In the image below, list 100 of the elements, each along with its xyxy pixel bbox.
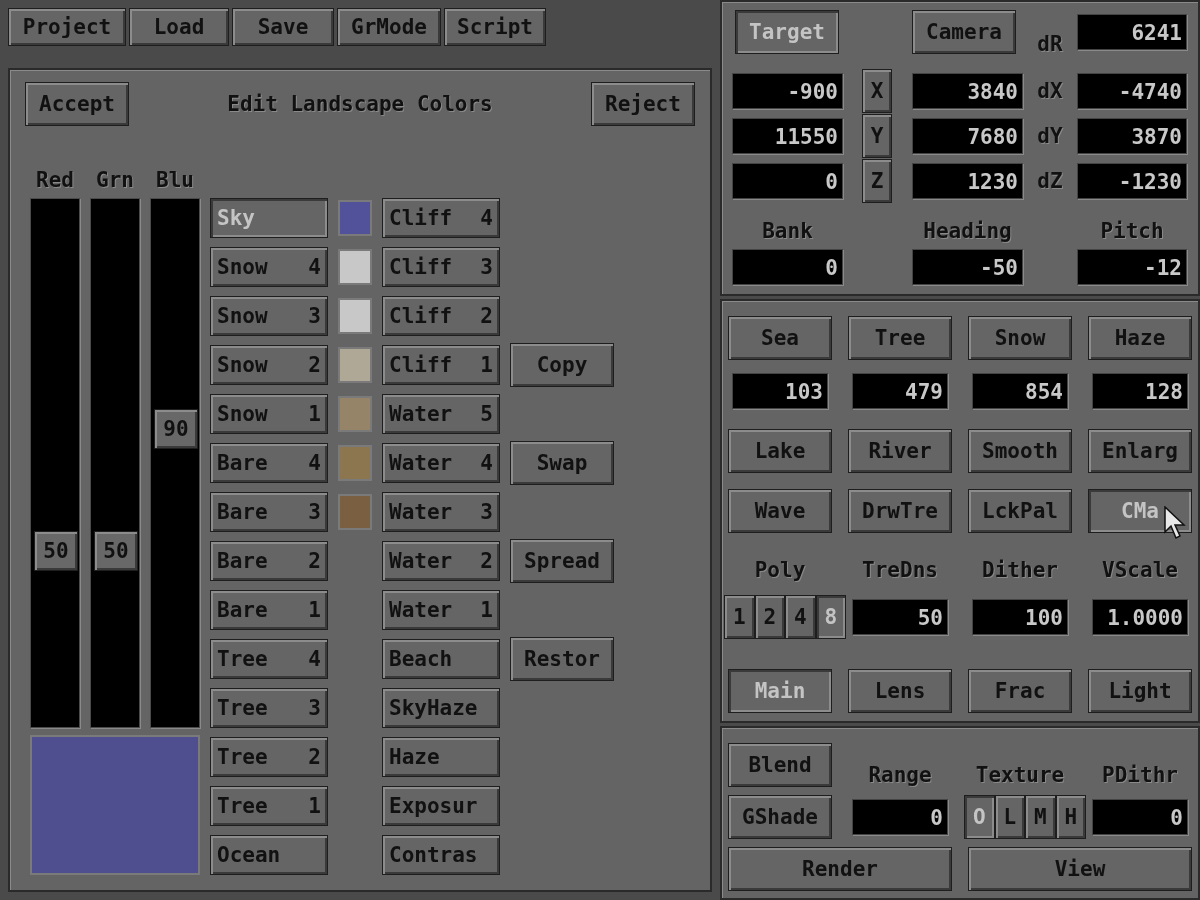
texture-option-button[interactable]: H — [1055, 795, 1086, 839]
gshade-button[interactable]: GShade — [728, 795, 832, 839]
angle-field[interactable]: -12 — [1077, 249, 1187, 285]
camera-coordinate-field[interactable]: 3840 — [912, 72, 1023, 109]
menu-button[interactable]: GrMode — [337, 8, 441, 46]
action-button[interactable]: Spread — [510, 539, 614, 583]
distance-field[interactable]: 6241 — [1077, 14, 1187, 50]
delta-field[interactable]: -1230 — [1077, 162, 1187, 199]
target-coordinate-field[interactable]: 0 — [732, 162, 843, 199]
level-field[interactable]: 128 — [1092, 373, 1188, 409]
angle-field[interactable]: 0 — [732, 249, 843, 285]
tool-button[interactable]: CMa — [1088, 489, 1192, 533]
menu-button[interactable]: Load — [129, 8, 229, 46]
setting-field[interactable]: 50 — [852, 599, 948, 635]
render-button[interactable]: Render — [728, 847, 952, 891]
color-entry-button[interactable]: Cliff 4 — [382, 198, 500, 238]
texture-option-button[interactable]: O — [964, 795, 995, 839]
tool-button[interactable]: Enlarg — [1088, 429, 1192, 473]
texture-option-button[interactable]: L — [994, 795, 1025, 839]
color-entry-button[interactable]: Snow 3 — [210, 296, 328, 336]
menu-button[interactable]: Save — [232, 8, 334, 46]
color-entry-button[interactable]: Ocean — [210, 835, 328, 875]
target-coordinate-field[interactable]: -900 — [732, 72, 843, 109]
camera-coordinate-field[interactable]: 1230 — [912, 162, 1023, 199]
color-entry-button[interactable]: Contras — [382, 835, 500, 875]
menu-button[interactable]: Project — [8, 8, 126, 46]
setting-field[interactable]: 1.0000 — [1092, 599, 1188, 635]
target-button[interactable]: Target — [735, 10, 839, 54]
action-button[interactable]: Swap — [510, 441, 614, 485]
range-field[interactable]: 0 — [852, 799, 948, 835]
mode-tab[interactable]: Lens — [848, 669, 952, 713]
poly-option-button[interactable]: 1 — [724, 595, 755, 639]
color-entry-button[interactable]: Tree 3 — [210, 688, 328, 728]
mode-tab[interactable]: Frac — [968, 669, 1072, 713]
color-entry-button[interactable]: Tree 1 — [210, 786, 328, 826]
color-entry-button[interactable]: SkyHaze — [382, 688, 500, 728]
color-entry-button[interactable]: Bare 3 — [210, 492, 328, 532]
color-entry-button[interactable]: Tree 4 — [210, 639, 328, 679]
slider-thumb[interactable]: 50 — [94, 530, 138, 571]
target-coordinate-field[interactable]: 11550 — [732, 117, 843, 154]
color-entry-button[interactable]: Beach — [382, 639, 500, 679]
reject-button[interactable]: Reject — [591, 82, 695, 126]
level-button[interactable]: Haze — [1088, 316, 1192, 360]
poly-option-button[interactable]: 4 — [785, 595, 816, 639]
color-entry-button[interactable]: Sky — [210, 198, 328, 238]
poly-option-button[interactable]: 2 — [754, 595, 785, 639]
tool-button[interactable]: River — [848, 429, 952, 473]
level-button[interactable]: Sea — [728, 316, 832, 360]
color-entry-button[interactable]: Snow 2 — [210, 345, 328, 385]
axis-button[interactable]: Z — [862, 158, 892, 203]
field-label: dX — [1036, 78, 1064, 103]
tool-button[interactable]: Lake — [728, 429, 832, 473]
color-entry-button[interactable]: Water 1 — [382, 590, 500, 630]
level-button[interactable]: Tree — [848, 316, 952, 360]
setting-field[interactable]: 100 — [972, 599, 1068, 635]
color-entry-button[interactable]: Water 2 — [382, 541, 500, 581]
slider-thumb[interactable]: 50 — [34, 530, 78, 571]
level-field[interactable]: 854 — [972, 373, 1068, 409]
mode-tab[interactable]: Light — [1088, 669, 1192, 713]
blend-button[interactable]: Blend — [728, 743, 832, 787]
color-entry-button[interactable]: Snow 4 — [210, 247, 328, 287]
pdither-field[interactable]: 0 — [1092, 799, 1188, 835]
poly-option-button[interactable]: 8 — [815, 595, 846, 639]
level-field[interactable]: 103 — [732, 373, 828, 409]
accept-button[interactable]: Accept — [25, 82, 129, 126]
texture-option-button[interactable]: M — [1025, 795, 1056, 839]
axis-button[interactable]: Y — [862, 113, 892, 158]
color-entry-button[interactable]: Water 3 — [382, 492, 500, 532]
level-button[interactable]: Snow — [968, 316, 1072, 360]
tool-button[interactable]: Smooth — [968, 429, 1072, 473]
color-entry-button[interactable]: Bare 1 — [210, 590, 328, 630]
color-entry-button[interactable]: Cliff 3 — [382, 247, 500, 287]
slider-thumb[interactable]: 90 — [154, 408, 198, 449]
angle-field[interactable]: -50 — [912, 249, 1023, 285]
color-entry-button[interactable]: Exposur — [382, 786, 500, 826]
color-entry-button[interactable]: Water 4 — [382, 443, 500, 483]
field-label: VScale — [1101, 558, 1179, 582]
delta-field[interactable]: 3870 — [1077, 117, 1187, 154]
camera-button[interactable]: Camera — [912, 10, 1016, 54]
tool-button[interactable]: LckPal — [968, 489, 1072, 533]
color-entry-button[interactable]: Tree 2 — [210, 737, 328, 777]
tool-button[interactable]: Wave — [728, 489, 832, 533]
camera-coordinate-field[interactable]: 7680 — [912, 117, 1023, 154]
color-entry-button[interactable]: Bare 4 — [210, 443, 328, 483]
tool-button[interactable]: DrwTre — [848, 489, 952, 533]
color-entry-button[interactable]: Water 5 — [382, 394, 500, 434]
delta-field[interactable]: -4740 — [1077, 72, 1187, 109]
color-entry-button[interactable]: Bare 2 — [210, 541, 328, 581]
view-button[interactable]: View — [968, 847, 1192, 891]
color-entry-button[interactable]: Cliff 2 — [382, 296, 500, 336]
menu-button[interactable]: Script — [444, 8, 546, 46]
action-button[interactable]: Restor — [510, 637, 614, 681]
field-label: Red — [35, 168, 75, 192]
level-field[interactable]: 479 — [852, 373, 948, 409]
color-entry-button[interactable]: Snow 1 — [210, 394, 328, 434]
action-button[interactable]: Copy — [510, 343, 614, 387]
color-entry-button[interactable]: Cliff 1 — [382, 345, 500, 385]
mode-tab[interactable]: Main — [728, 669, 832, 713]
color-entry-button[interactable]: Haze — [382, 737, 500, 777]
axis-button[interactable]: X — [862, 68, 892, 113]
